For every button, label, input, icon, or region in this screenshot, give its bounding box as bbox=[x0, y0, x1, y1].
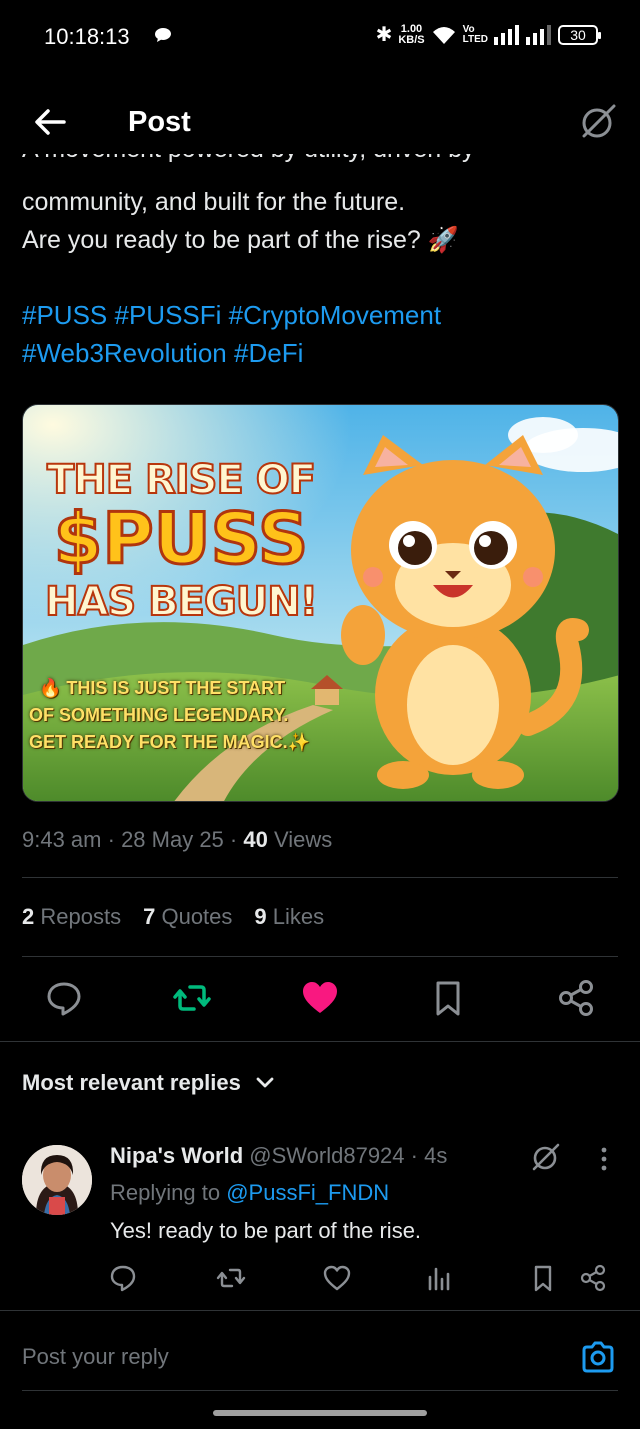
divider bbox=[22, 1390, 618, 1391]
reply-author-name[interactable]: Nipa's World bbox=[110, 1143, 243, 1168]
page-title: Post bbox=[128, 106, 191, 138]
reply-sort-dropdown[interactable]: Most relevant replies bbox=[22, 1070, 275, 1096]
reply-compose-input[interactable]: Post your reply bbox=[22, 1344, 169, 1370]
post-time: 9:43 am bbox=[22, 827, 102, 852]
chevron-down-icon bbox=[256, 1077, 274, 1088]
net-speed-value: 1.00 bbox=[400, 22, 423, 35]
reposts-label: Reposts bbox=[40, 904, 122, 929]
divider bbox=[0, 1310, 640, 1311]
post-text-line: community, and built for the future. bbox=[22, 188, 406, 216]
reply-timestamp: · 4s bbox=[410, 1143, 448, 1168]
camera-icon[interactable] bbox=[580, 1339, 616, 1375]
avatar[interactable] bbox=[22, 1145, 92, 1215]
reply-sort-label: Most relevant replies bbox=[22, 1070, 241, 1095]
reply-icon[interactable] bbox=[108, 1263, 138, 1293]
chat-bubble-icon bbox=[155, 28, 171, 42]
avatar-image bbox=[22, 1145, 92, 1215]
quotes-count: 7 bbox=[143, 904, 156, 929]
gesture-home-bar[interactable] bbox=[213, 1410, 427, 1416]
net-speed-unit: KB/S bbox=[398, 33, 425, 46]
media-line-2: $PUSS bbox=[52, 498, 310, 580]
quotes-label: Quotes bbox=[161, 904, 233, 929]
signal-icon-1 bbox=[494, 24, 519, 45]
post-action-bar bbox=[0, 978, 640, 1022]
media-line-4: 🔥 THIS IS JUST THE START bbox=[39, 678, 286, 698]
reply-author-line: Nipa's World @SWorld87924 · 4s bbox=[110, 1143, 447, 1169]
battery-indicator: 30 bbox=[558, 24, 601, 45]
post-timestamp: 9:43 am · 28 May 25 · 40 Views bbox=[22, 827, 333, 852]
media-line-6: GET READY FOR THE MAGIC.✨ bbox=[29, 732, 311, 752]
hashtag-link[interactable]: #PUSS bbox=[22, 300, 107, 330]
volte-top: Vo bbox=[462, 23, 475, 35]
views-label: Views bbox=[273, 827, 333, 852]
wifi-icon bbox=[432, 26, 455, 44]
volte-indicator: Vo LTED bbox=[462, 23, 488, 45]
signal-icon-2 bbox=[526, 24, 551, 45]
replying-to-mention[interactable]: @PussFi_FNDN bbox=[226, 1180, 389, 1205]
top-app-bar: Post bbox=[0, 90, 640, 154]
post-text-line: Are you ready to be part of the rise? 🚀 bbox=[22, 226, 459, 254]
views-count: 40 bbox=[243, 827, 268, 852]
reply-icon[interactable] bbox=[44, 978, 84, 1018]
post-media-image[interactable]: THE RISE OF $PUSS HAS BEGUN! 🔥 THIS IS J… bbox=[22, 404, 619, 802]
hashtag-link[interactable]: #CryptoMovement bbox=[229, 300, 441, 330]
replying-to-line: Replying to @PussFi_FNDN bbox=[110, 1180, 389, 1206]
likes-count: 9 bbox=[254, 904, 267, 929]
reply-author-handle[interactable]: @SWorld87924 bbox=[249, 1143, 404, 1168]
post-body: A movement powered by utility, driven by… bbox=[22, 148, 622, 259]
grok-icon[interactable] bbox=[578, 102, 618, 142]
media-line-3: HAS BEGUN! bbox=[44, 578, 319, 626]
repost-icon[interactable] bbox=[172, 978, 212, 1018]
share-icon[interactable] bbox=[556, 978, 596, 1018]
reposts-count: 2 bbox=[22, 904, 35, 929]
like-icon[interactable] bbox=[300, 978, 340, 1018]
network-speed: 1.00 KB/S bbox=[398, 22, 425, 46]
hashtag-link[interactable]: #Web3Revolution bbox=[22, 338, 227, 368]
divider bbox=[0, 1041, 640, 1042]
media-tagline: 🔥 THIS IS JUST THE START OF SOMETHING LE… bbox=[29, 675, 329, 756]
like-icon[interactable] bbox=[322, 1263, 352, 1293]
media-line-5: OF SOMETHING LEGENDARY. bbox=[29, 705, 289, 725]
media-line-1: THE RISE OF bbox=[46, 456, 317, 504]
bluetooth-icon: ✱ bbox=[375, 24, 393, 46]
post-date: 28 May 25 bbox=[121, 827, 224, 852]
bookmark-icon[interactable] bbox=[528, 1263, 558, 1293]
hashtag-link[interactable]: #PUSSFi bbox=[115, 300, 222, 330]
share-icon[interactable] bbox=[578, 1263, 608, 1293]
likes-label: Likes bbox=[272, 904, 325, 929]
volte-bottom: LTED bbox=[462, 33, 488, 45]
post-stats: 2 Reposts 7 Quotes 9 Likes bbox=[22, 904, 324, 930]
reposts-stat[interactable]: 2 Reposts bbox=[22, 904, 121, 930]
hashtag-link[interactable]: #DeFi bbox=[234, 338, 303, 368]
post-hashtags: #PUSS #PUSSFi #CryptoMovement #Web3Revol… bbox=[22, 296, 622, 372]
grok-icon[interactable] bbox=[530, 1141, 562, 1173]
analytics-icon[interactable] bbox=[424, 1263, 454, 1293]
bookmark-icon[interactable] bbox=[428, 978, 468, 1018]
likes-stat[interactable]: 9 Likes bbox=[254, 904, 324, 930]
divider bbox=[22, 956, 618, 957]
more-options-icon[interactable] bbox=[594, 1145, 614, 1173]
divider bbox=[22, 877, 618, 878]
status-bar: 10:18:13 ✱ 1.00 KB/S Vo LTED 30 bbox=[0, 0, 640, 72]
status-time: 10:18:13 bbox=[44, 24, 130, 49]
media-headline: THE RISE OF $PUSS HAS BEGUN! bbox=[31, 456, 331, 626]
status-icons: ✱ 1.00 KB/S Vo LTED 30 bbox=[375, 22, 601, 47]
replying-to-label: Replying to bbox=[110, 1180, 221, 1205]
repost-icon[interactable] bbox=[216, 1263, 246, 1293]
quotes-stat[interactable]: 7 Quotes bbox=[143, 904, 232, 930]
reply-text: Yes! ready to be part of the rise. bbox=[110, 1218, 422, 1243]
arrow-left-icon[interactable] bbox=[30, 104, 70, 140]
